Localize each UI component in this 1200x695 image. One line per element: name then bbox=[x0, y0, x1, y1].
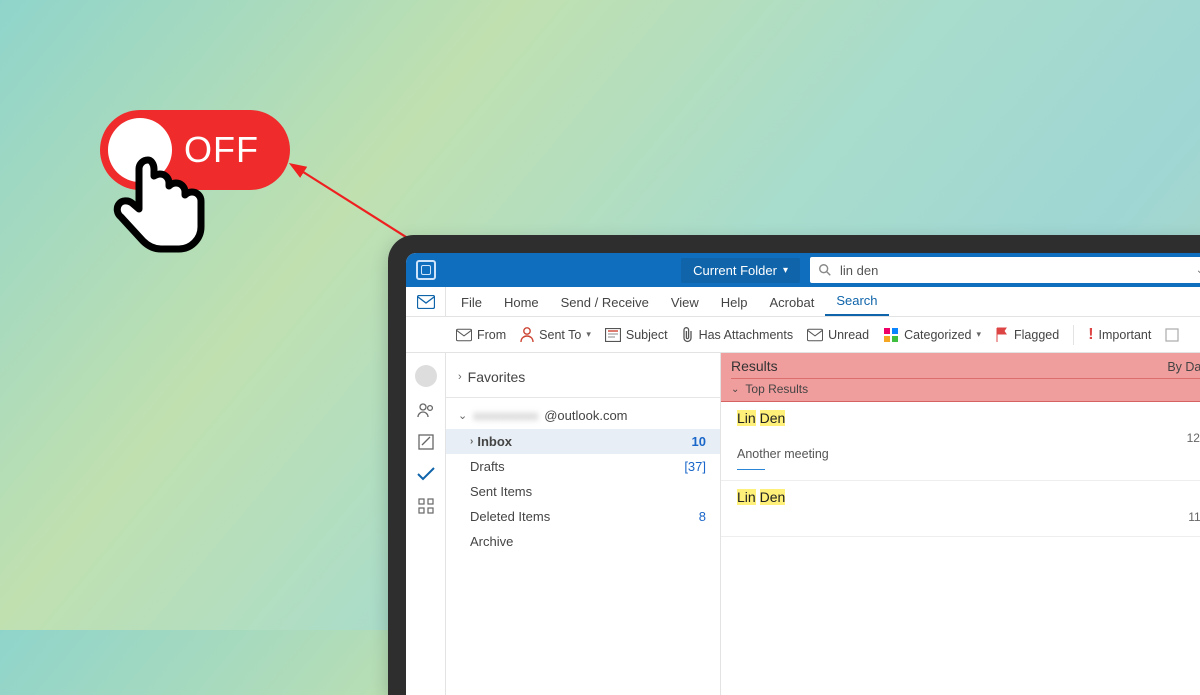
notes-icon[interactable] bbox=[417, 433, 435, 451]
ribbon-has-attachments[interactable]: Has Attachments bbox=[682, 327, 794, 343]
outlook-window: Current Folder ▾ ⌄ ✕ File Ho bbox=[406, 253, 1200, 695]
folder-archive[interactable]: Archive bbox=[446, 529, 720, 554]
important-icon: ! bbox=[1088, 326, 1093, 344]
message-subject: Another meeting bbox=[737, 447, 1200, 461]
ribbon-subject[interactable]: Subject bbox=[605, 328, 668, 342]
folder-sent-items[interactable]: Sent Items bbox=[446, 479, 720, 504]
more-apps-icon[interactable] bbox=[417, 497, 435, 515]
message-item[interactable]: Lin Den 12:32 PM Another meeting bbox=[721, 402, 1200, 481]
menu-file[interactable]: File bbox=[450, 289, 493, 316]
folder-inbox[interactable]: ›Inbox 10 bbox=[446, 429, 720, 454]
tasks-icon[interactable] bbox=[417, 465, 435, 483]
laptop-frame: Current Folder ▾ ⌄ ✕ File Ho bbox=[388, 235, 1200, 695]
favorites-section[interactable]: › Favorites bbox=[446, 361, 720, 393]
ribbon-separator bbox=[1073, 325, 1074, 345]
top-results-group[interactable]: ⌄ Top Results bbox=[731, 378, 1200, 401]
chevron-right-icon: › bbox=[470, 436, 473, 447]
ribbon-flagged[interactable]: Flagged bbox=[995, 327, 1059, 343]
search-box[interactable]: ⌄ ✕ bbox=[810, 257, 1200, 283]
people-icon[interactable] bbox=[417, 401, 435, 419]
results-title: Results bbox=[731, 358, 778, 374]
menu-search[interactable]: Search bbox=[825, 287, 888, 316]
chevron-down-icon: ▾ bbox=[586, 329, 591, 340]
chevron-right-icon: › bbox=[458, 371, 462, 383]
menu-home[interactable]: Home bbox=[493, 289, 550, 316]
search-ribbon: From Sent To ▾ Subject Has Attachments bbox=[406, 317, 1200, 353]
results-header-highlight: Results By Date ⌄ ↑ ⌄ Top Results bbox=[721, 353, 1200, 402]
ribbon-categorized[interactable]: Categorized ▾ bbox=[883, 327, 981, 343]
ribbon-important[interactable]: ! Important bbox=[1088, 326, 1151, 344]
menu-view[interactable]: View bbox=[660, 289, 710, 316]
folder-pane: › Favorites ⌄ xxxxxxxxxx@outlook.com ›In… bbox=[446, 353, 721, 695]
menu-acrobat[interactable]: Acrobat bbox=[759, 289, 826, 316]
message-accent bbox=[737, 469, 765, 470]
account-header[interactable]: ⌄ xxxxxxxxxx@outlook.com bbox=[446, 402, 720, 429]
message-item[interactable]: Lin Den 11:52 AM bbox=[721, 481, 1200, 537]
ribbon-more[interactable] bbox=[1165, 328, 1179, 342]
menu-send-receive[interactable]: Send / Receive bbox=[550, 289, 660, 316]
body: › Favorites ⌄ xxxxxxxxxx@outlook.com ›In… bbox=[406, 353, 1200, 695]
search-scope-label: Current Folder bbox=[693, 263, 777, 278]
ribbon-unread[interactable]: Unread bbox=[807, 328, 869, 342]
account-name-blurred: xxxxxxxxxx bbox=[473, 408, 538, 423]
chevron-down-icon: ▾ bbox=[976, 329, 981, 340]
message-time: 11:52 AM bbox=[1188, 510, 1200, 524]
folder-count: 10 bbox=[692, 434, 706, 449]
mail-module-icon[interactable] bbox=[406, 287, 446, 317]
folder-count: 8 bbox=[699, 509, 706, 524]
title-bar: Current Folder ▾ ⌄ ✕ bbox=[406, 253, 1200, 287]
ribbon-from[interactable]: From bbox=[456, 328, 506, 342]
divider bbox=[446, 397, 720, 398]
message-sender: Lin Den bbox=[737, 410, 785, 426]
search-icon bbox=[818, 263, 832, 277]
search-scope-dropdown[interactable]: Current Folder ▾ bbox=[681, 258, 800, 283]
outlook-app-icon bbox=[416, 260, 436, 280]
left-rail bbox=[406, 353, 446, 695]
message-time: 12:32 PM bbox=[1187, 431, 1200, 445]
chevron-down-icon: ⌄ bbox=[731, 384, 739, 395]
ribbon-sent-to[interactable]: Sent To ▾ bbox=[520, 327, 591, 343]
folder-drafts[interactable]: Drafts [37] bbox=[446, 454, 720, 479]
folder-deleted-items[interactable]: Deleted Items 8 bbox=[446, 504, 720, 529]
pointer-hand-icon bbox=[110, 150, 220, 270]
folder-count: [37] bbox=[684, 459, 706, 474]
menu-bar: File Home Send / Receive View Help Acrob… bbox=[406, 287, 1200, 317]
message-sender: Lin Den bbox=[737, 489, 785, 505]
sort-by-date[interactable]: By Date ⌄ bbox=[1167, 359, 1200, 374]
chevron-down-icon[interactable]: ⌄ bbox=[1196, 265, 1200, 276]
chevron-down-icon: ⌄ bbox=[458, 409, 467, 422]
results-pane: Results By Date ⌄ ↑ ⌄ Top Results bbox=[721, 353, 1200, 695]
account-avatar[interactable] bbox=[415, 365, 437, 387]
chevron-down-icon: ▾ bbox=[783, 265, 788, 276]
search-input[interactable] bbox=[840, 263, 1188, 278]
menu-help[interactable]: Help bbox=[710, 289, 759, 316]
